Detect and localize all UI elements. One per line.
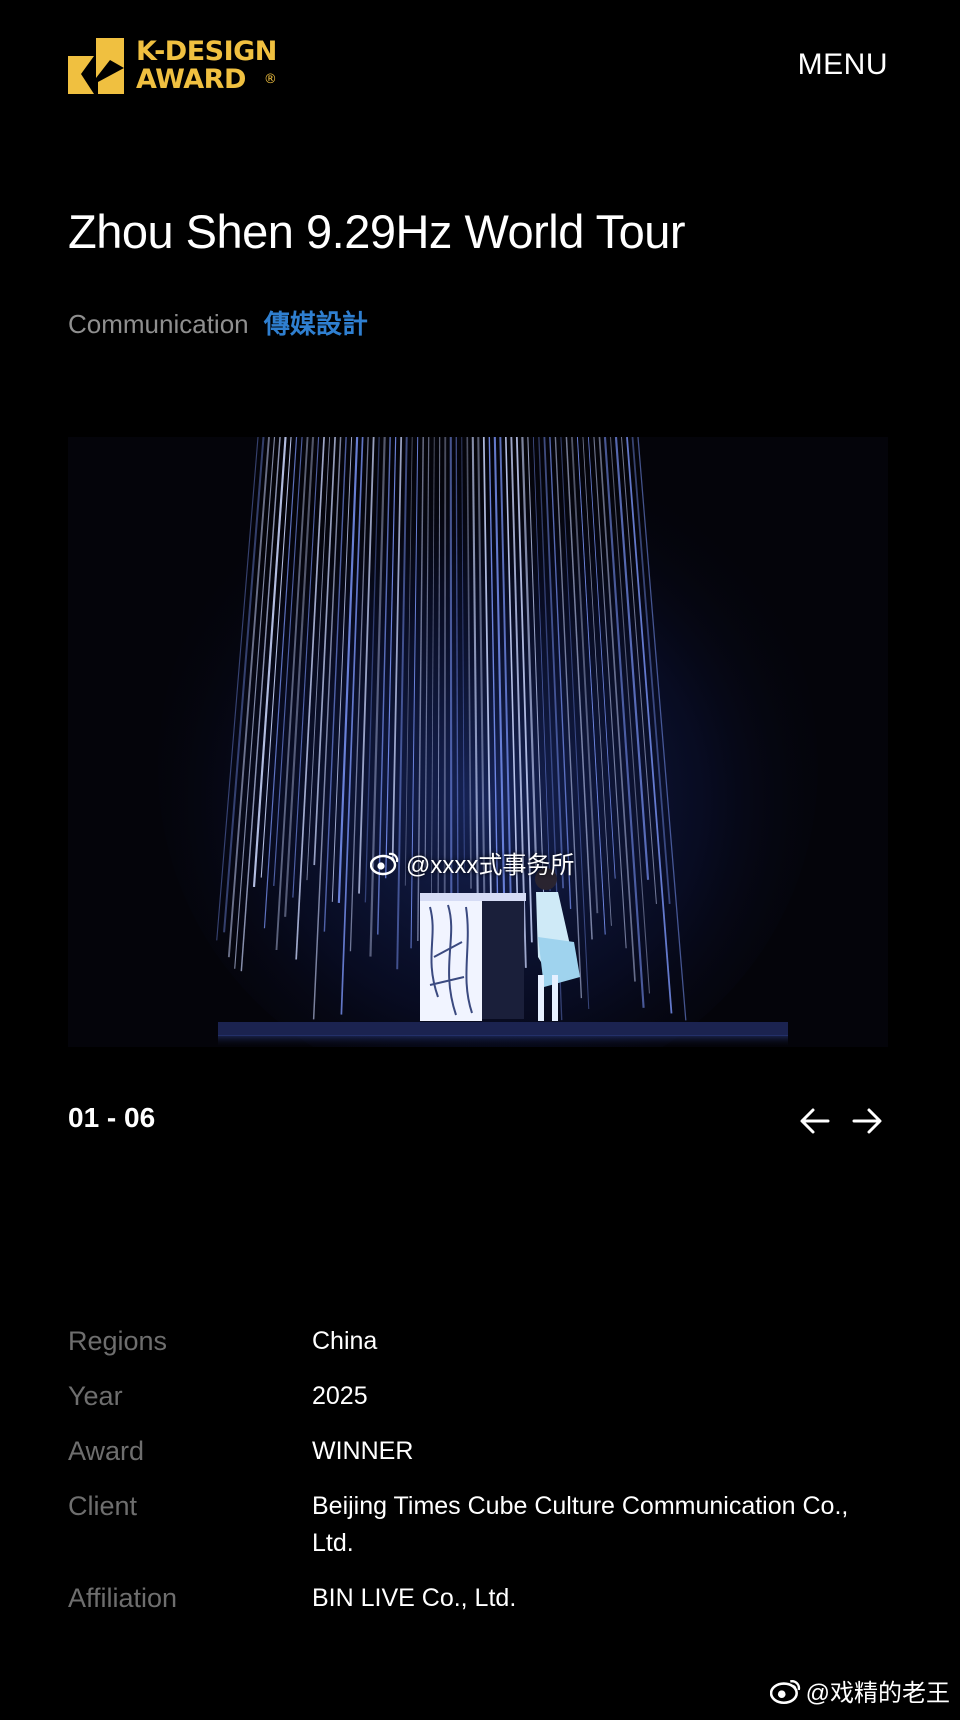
image-watermark-text: @xxxx式事务所 — [406, 852, 575, 879]
detail-value: 2025 — [312, 1382, 368, 1410]
detail-row-client: Client Beijing Times Cube Culture Commun… — [68, 1488, 888, 1562]
logo-line-2: AWARD — [136, 63, 246, 95]
detail-label: Regions — [68, 1326, 168, 1356]
category-english: Communication — [68, 309, 249, 339]
logo-wordmark: K-DESIGN AWARD ® — [136, 35, 277, 95]
detail-row-affiliation: Affiliation BIN LIVE Co., Ltd. — [68, 1580, 888, 1617]
project-title: Zhou Shen 9.29Hz World Tour — [68, 205, 686, 258]
arrow-right-icon[interactable] — [850, 1104, 884, 1138]
detail-value: WINNER — [312, 1437, 414, 1465]
detail-label: Client — [68, 1491, 138, 1521]
weibo-icon — [769, 1679, 800, 1704]
k-design-logo-mark-icon — [68, 38, 124, 94]
detail-value: Beijing Times Cube Culture Communication… — [312, 1492, 849, 1557]
category-chinese: 傳媒設計 — [263, 309, 368, 339]
footer-watermark: @戏精的老王 — [769, 1673, 950, 1708]
detail-row-regions: Regions China — [68, 1323, 888, 1360]
registered-mark: ® — [263, 72, 277, 88]
detail-value: China — [312, 1327, 378, 1355]
detail-row-year: Year 2025 — [68, 1378, 888, 1415]
project-details: Regions China Year 2025 Award WINNER Cli… — [68, 1323, 888, 1635]
footer-watermark-text: @戏精的老王 — [805, 1680, 950, 1707]
stage-photo-illustration — [68, 437, 888, 1047]
weibo-icon — [370, 852, 399, 875]
arrow-left-icon[interactable] — [798, 1104, 832, 1138]
project-hero-image[interactable]: @xxxx式事务所 — [68, 437, 888, 1047]
detail-label: Affiliation — [68, 1583, 178, 1613]
detail-label: Award — [68, 1436, 145, 1466]
logo-line-1: K-DESIGN — [136, 35, 277, 67]
image-watermark: @xxxx式事务所 — [370, 845, 574, 880]
detail-value: BIN LIVE Co., Ltd. — [312, 1584, 517, 1612]
menu-button[interactable]: MENU — [798, 48, 888, 82]
k-design-award-logo[interactable]: K-DESIGN AWARD ® — [68, 36, 277, 96]
detail-row-award: Award WINNER — [68, 1433, 888, 1470]
detail-label: Year — [68, 1381, 123, 1411]
gallery-counter: 01 - 06 — [68, 1102, 156, 1133]
project-category: Communication 傳媒設計 — [68, 304, 368, 341]
